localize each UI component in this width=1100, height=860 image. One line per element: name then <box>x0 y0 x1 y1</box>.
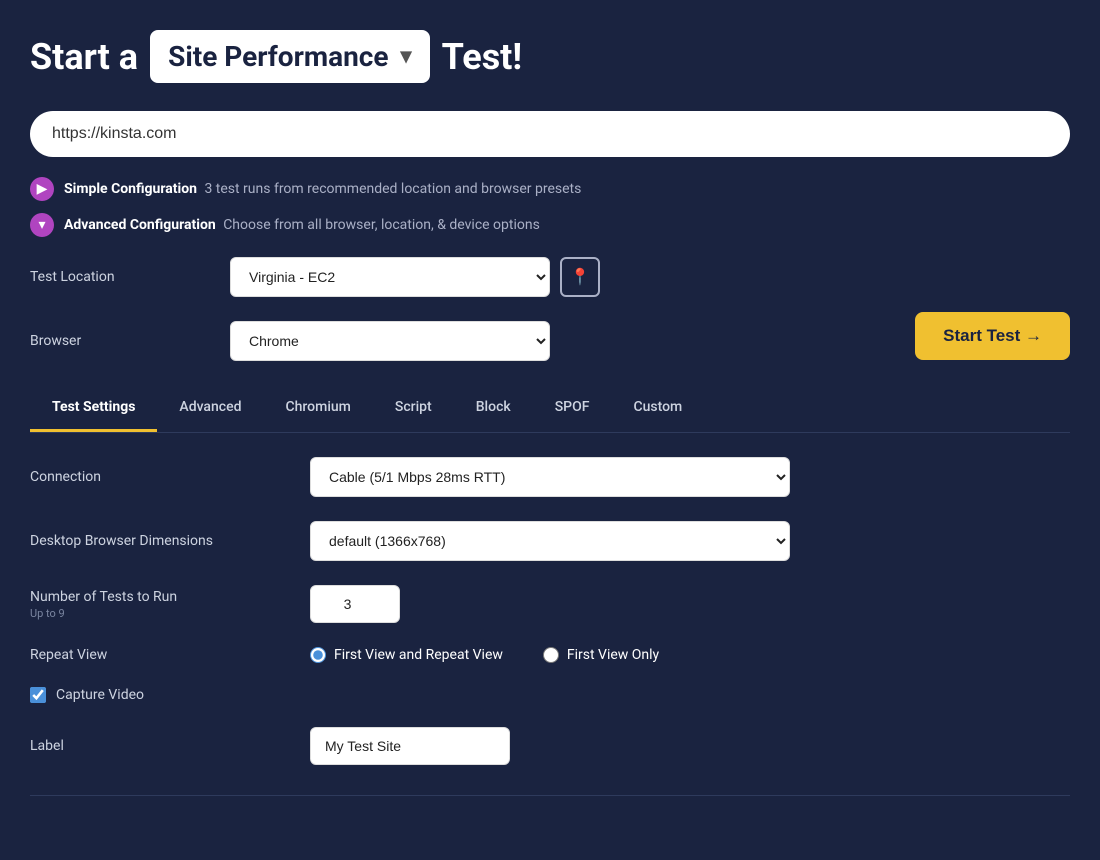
browser-row: Browser Chrome Firefox Safari Edge Start… <box>30 321 1070 361</box>
num-tests-label: Number of Tests to Run Up to 9 <box>30 589 310 620</box>
browser-controls: Chrome Firefox Safari Edge <box>230 321 915 361</box>
advanced-section: Test Location Virginia - EC2 California … <box>30 257 1070 765</box>
tab-chromium[interactable]: Chromium <box>263 385 372 432</box>
label-field-label: Label <box>30 738 310 754</box>
simple-config-label: Simple Configuration <box>64 181 197 197</box>
label-input[interactable] <box>310 727 510 765</box>
dimensions-label: Desktop Browser Dimensions <box>30 533 310 549</box>
dimensions-row: Desktop Browser Dimensions default (1366… <box>30 521 1070 561</box>
radio-first-repeat-input[interactable] <box>310 647 326 663</box>
tabs-list: Test Settings Advanced Chromium Script B… <box>30 385 1070 432</box>
advanced-config-label: Advanced Configuration <box>64 217 216 233</box>
test-location-row: Test Location Virginia - EC2 California … <box>30 257 1070 297</box>
browser-select[interactable]: Chrome Firefox Safari Edge <box>230 321 550 361</box>
connection-label: Connection <box>30 469 310 485</box>
radio-first-repeat-label: First View and Repeat View <box>334 647 503 663</box>
advanced-config-option[interactable]: ▾ Advanced Configuration Choose from all… <box>30 213 1070 237</box>
advanced-config-icon: ▾ <box>30 213 54 237</box>
url-input-container <box>30 111 1070 157</box>
start-test-button[interactable]: Start Test → <box>915 312 1070 360</box>
repeat-view-radio-group: First View and Repeat View First View On… <box>310 647 659 663</box>
advanced-config-description: Choose from all browser, location, & dev… <box>223 217 540 233</box>
connection-select[interactable]: Cable (5/1 Mbps 28ms RTT) DSL (1.5 Mbps/… <box>310 457 790 497</box>
radio-first-repeat[interactable]: First View and Repeat View <box>310 647 503 663</box>
capture-video-checkbox[interactable] <box>30 687 46 703</box>
test-location-label: Test Location <box>30 269 230 285</box>
chevron-down-icon: ▾ <box>401 44 412 69</box>
bottom-divider <box>30 795 1070 796</box>
capture-video-label: Capture Video <box>56 687 144 703</box>
page-header: Start a Site Performance ▾ Test! <box>30 30 1070 83</box>
connection-row: Connection Cable (5/1 Mbps 28ms RTT) DSL… <box>30 457 1070 497</box>
num-tests-row: Number of Tests to Run Up to 9 <box>30 585 1070 623</box>
location-pin-button[interactable]: 📍 <box>560 257 600 297</box>
browser-label: Browser <box>30 333 230 349</box>
repeat-view-row: Repeat View First View and Repeat View F… <box>30 647 1070 663</box>
tab-advanced[interactable]: Advanced <box>157 385 263 432</box>
location-pin-icon: 📍 <box>570 267 590 287</box>
label-row: Label <box>30 727 1070 765</box>
repeat-view-label: Repeat View <box>30 647 310 663</box>
header-prefix: Start a <box>30 36 138 78</box>
url-input[interactable] <box>30 111 1070 157</box>
radio-first-only-label: First View Only <box>567 647 659 663</box>
test-location-controls: Virginia - EC2 California - EC2 New York… <box>230 257 1070 297</box>
tab-test-settings[interactable]: Test Settings <box>30 385 157 432</box>
simple-config-icon: ▶ <box>30 177 54 201</box>
num-tests-input[interactable] <box>310 585 400 623</box>
capture-video-row: Capture Video <box>30 687 1070 703</box>
num-tests-sublabel: Up to 9 <box>30 607 310 620</box>
simple-config-option[interactable]: ▶ Simple Configuration 3 test runs from … <box>30 177 1070 201</box>
tabs-section: Test Settings Advanced Chromium Script B… <box>30 385 1070 433</box>
tab-custom[interactable]: Custom <box>611 385 704 432</box>
test-location-select[interactable]: Virginia - EC2 California - EC2 New York… <box>230 257 550 297</box>
test-type-dropdown[interactable]: Site Performance ▾ <box>150 30 429 83</box>
tab-spof[interactable]: SPOF <box>533 385 612 432</box>
tab-block[interactable]: Block <box>454 385 533 432</box>
test-type-label: Site Performance <box>168 40 388 73</box>
header-suffix: Test! <box>442 36 523 78</box>
radio-first-only[interactable]: First View Only <box>543 647 659 663</box>
tab-script[interactable]: Script <box>373 385 454 432</box>
dimensions-select[interactable]: default (1366x768) 1024x768 1920x1080 25… <box>310 521 790 561</box>
simple-config-description: 3 test runs from recommended location an… <box>204 181 581 197</box>
radio-first-only-input[interactable] <box>543 647 559 663</box>
settings-content: Connection Cable (5/1 Mbps 28ms RTT) DSL… <box>30 433 1070 765</box>
